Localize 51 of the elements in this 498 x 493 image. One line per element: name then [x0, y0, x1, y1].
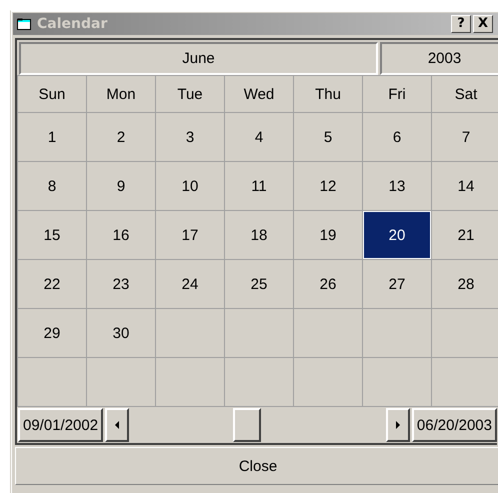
- day-cell[interactable]: 14: [432, 162, 498, 210]
- weekday-header: Sun: [18, 76, 86, 112]
- weekday-header: Sat: [432, 76, 498, 112]
- day-cell[interactable]: 19: [294, 211, 362, 259]
- end-date: 06/20/2003: [412, 408, 497, 442]
- day-cell[interactable]: 8: [18, 162, 86, 210]
- year-button[interactable]: 2003: [380, 42, 498, 75]
- scroll-right-button[interactable]: [386, 408, 410, 442]
- day-cell[interactable]: 27: [363, 260, 431, 308]
- day-cell[interactable]: 22: [18, 260, 86, 308]
- left-arrow-icon: [114, 421, 120, 429]
- day-cell[interactable]: 5: [294, 113, 362, 161]
- weekday-header: Fri: [363, 76, 431, 112]
- scrollbar-thumb[interactable]: [232, 408, 261, 442]
- day-cell[interactable]: 7: [432, 113, 498, 161]
- day-cell[interactable]: 1: [18, 113, 86, 161]
- day-cell[interactable]: 10: [156, 162, 224, 210]
- day-cell[interactable]: 2: [87, 113, 155, 161]
- day-cell[interactable]: 17: [156, 211, 224, 259]
- month-button[interactable]: June: [19, 42, 378, 75]
- day-cell[interactable]: 28: [432, 260, 498, 308]
- help-button[interactable]: ?: [451, 15, 471, 33]
- close-button[interactable]: Close: [15, 447, 498, 485]
- weekday-header: Thu: [294, 76, 362, 112]
- day-cell[interactable]: 18: [225, 211, 293, 259]
- day-cell[interactable]: 12: [294, 162, 362, 210]
- start-date: 09/01/2002: [18, 408, 104, 442]
- scroll-left-button[interactable]: [105, 408, 130, 442]
- day-cell[interactable]: 29: [18, 309, 86, 357]
- day-cell[interactable]: 16: [87, 211, 155, 259]
- close-button[interactable]: X: [473, 15, 493, 33]
- day-cell[interactable]: 9: [87, 162, 155, 210]
- window-icon: [17, 18, 31, 30]
- day-cell[interactable]: 15: [18, 211, 86, 259]
- day-cell[interactable]: 4: [225, 113, 293, 161]
- day-cell[interactable]: 26: [294, 260, 362, 308]
- day-cell[interactable]: 20: [363, 211, 431, 259]
- day-cell[interactable]: 13: [363, 162, 431, 210]
- day-cell[interactable]: 24: [156, 260, 224, 308]
- weekday-header: Mon: [87, 76, 155, 112]
- window-title: Calendar: [37, 16, 108, 32]
- day-cell[interactable]: 6: [363, 113, 431, 161]
- day-cell[interactable]: 3: [156, 113, 224, 161]
- day-cell[interactable]: 30: [87, 309, 155, 357]
- day-cell[interactable]: 21: [432, 211, 498, 259]
- weekday-header: Wed: [225, 76, 293, 112]
- weekday-header: Tue: [156, 76, 224, 112]
- right-arrow-icon: [395, 421, 400, 429]
- day-cell[interactable]: 23: [87, 260, 155, 308]
- day-cell[interactable]: 25: [225, 260, 293, 308]
- day-cell[interactable]: 11: [225, 162, 293, 210]
